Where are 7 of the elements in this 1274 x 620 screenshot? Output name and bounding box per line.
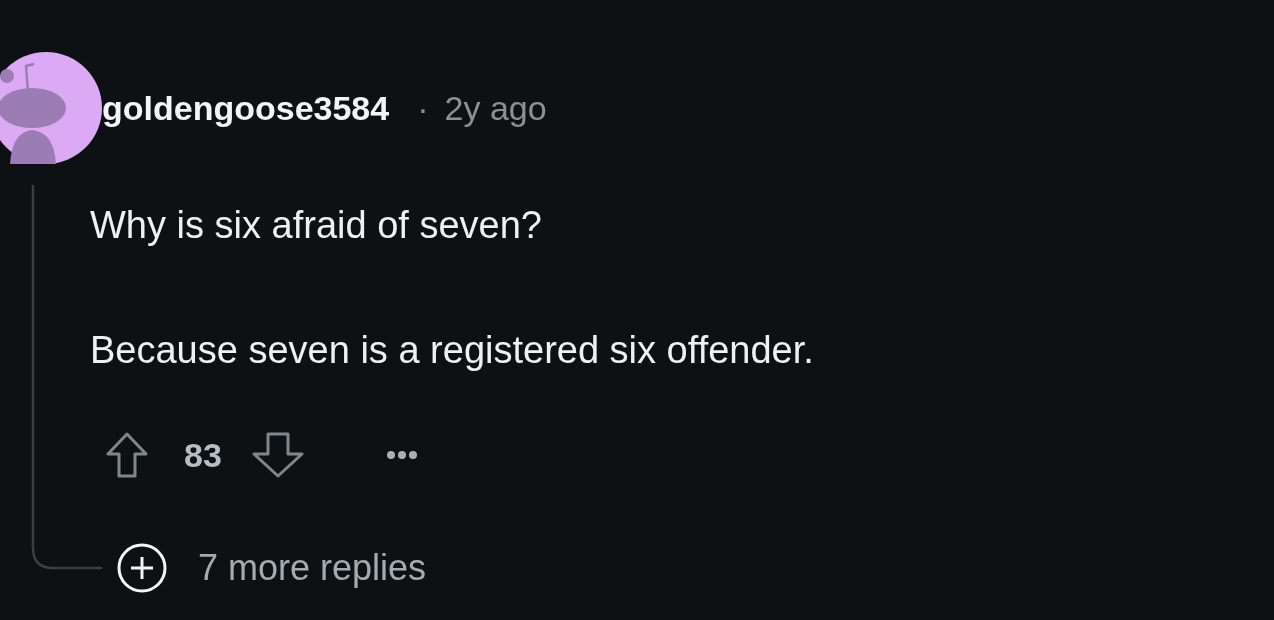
comment-text: Because seven is a registered six offender. [90, 328, 815, 373]
vote-count: 83 [184, 435, 222, 475]
more-replies-button[interactable]: 7 more replies [116, 542, 427, 594]
timestamp: 2y ago [444, 88, 547, 128]
username[interactable]: goldengoose3584 [102, 88, 390, 128]
comment-text: Why is six afraid of seven? [90, 203, 543, 248]
separator: · [417, 88, 429, 128]
